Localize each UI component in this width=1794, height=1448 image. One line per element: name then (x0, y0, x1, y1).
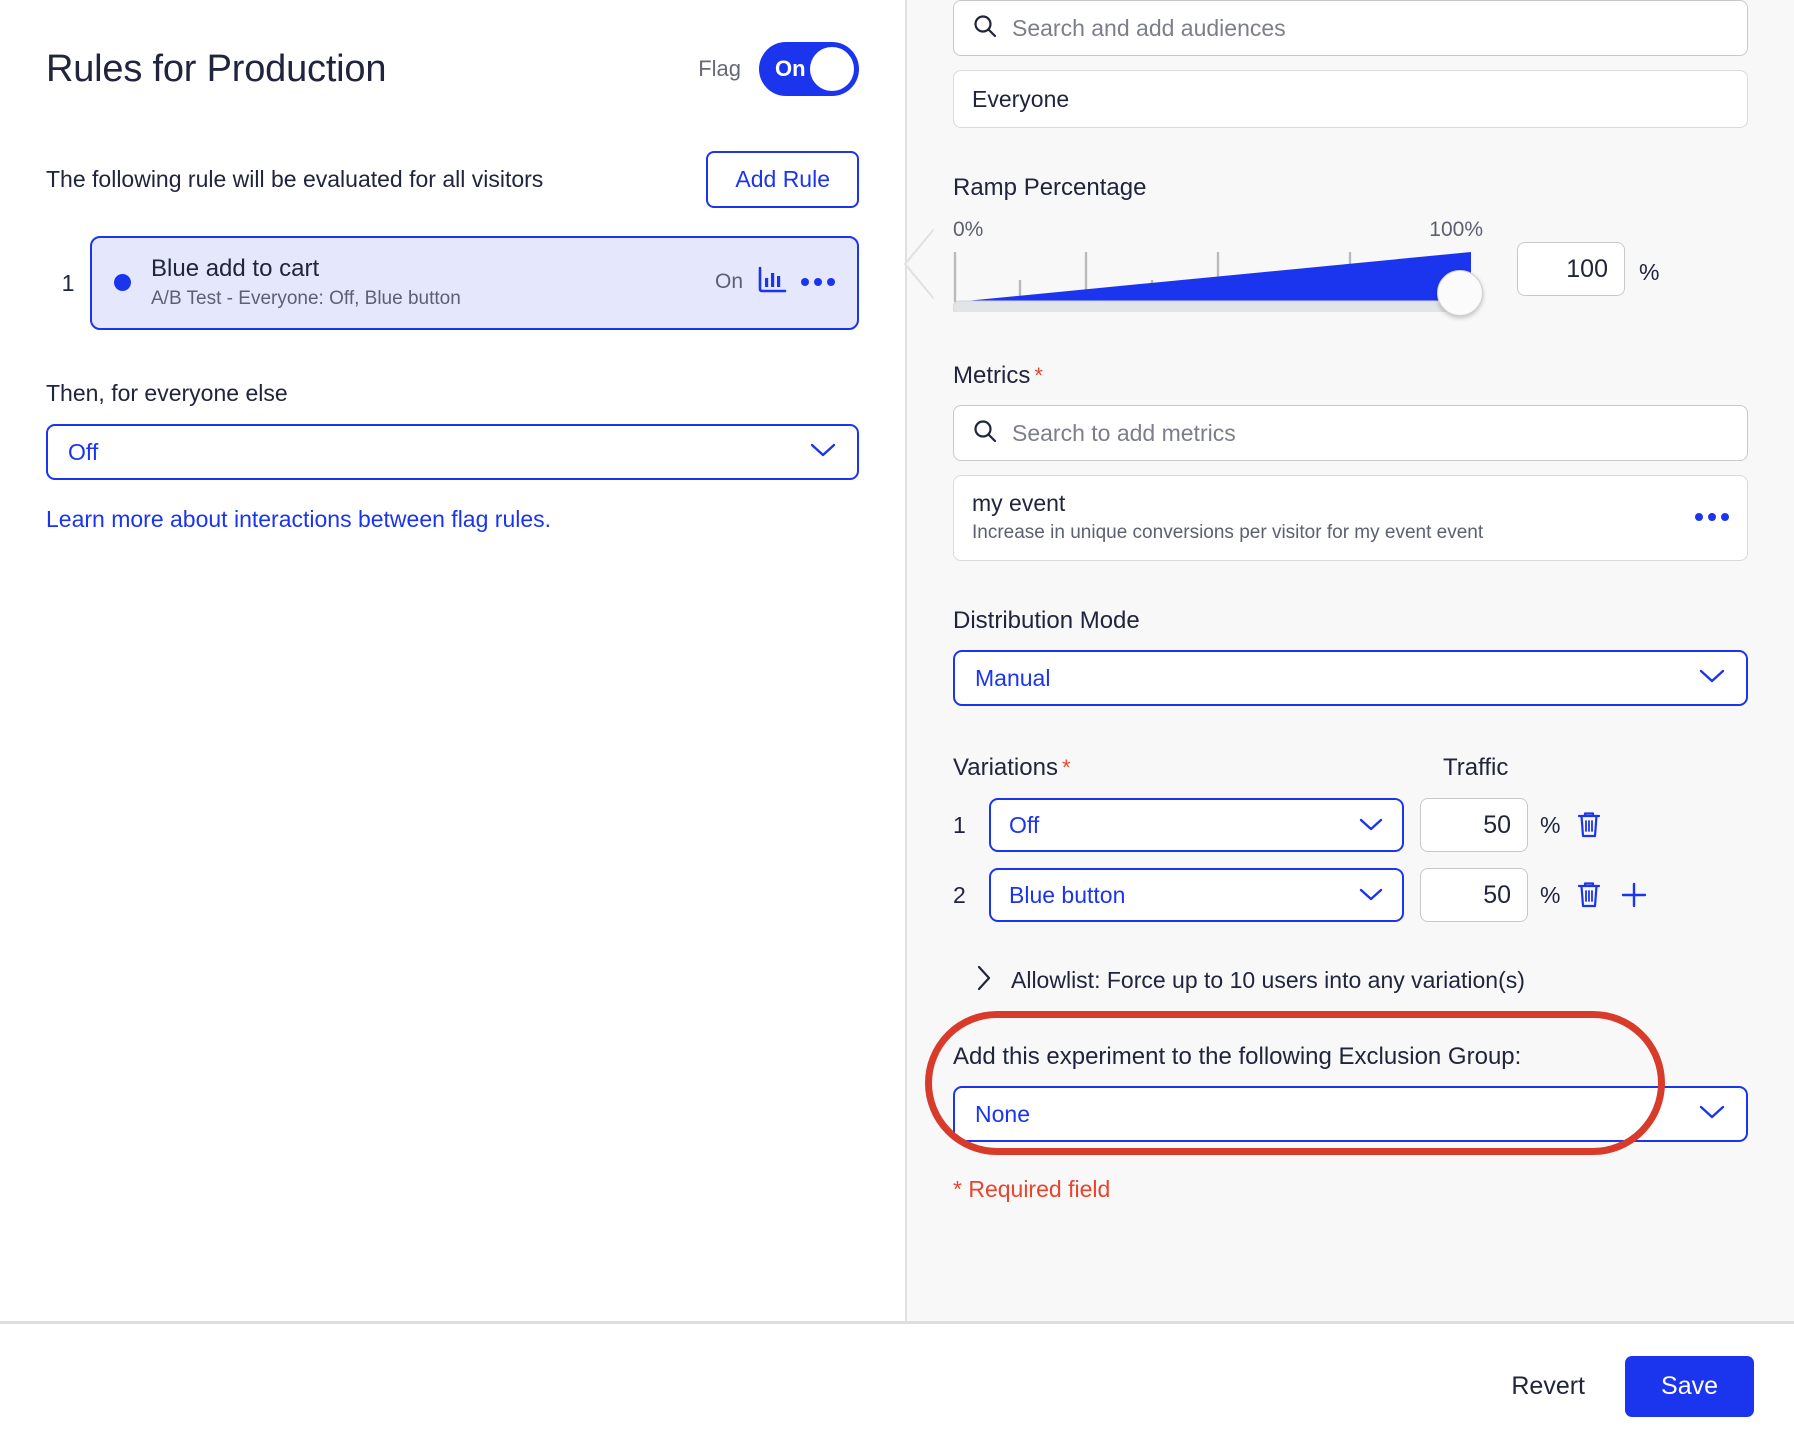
rule-card-blue-add-to-cart[interactable]: Blue add to cart A/B Test - Everyone: Of… (90, 236, 859, 330)
chevron-down-icon (1358, 882, 1384, 909)
flag-label: Flag (698, 56, 741, 82)
rule-intro-row: The following rule will be evaluated for… (46, 151, 859, 208)
revert-button[interactable]: Revert (1505, 1362, 1591, 1411)
rules-header: Rules for Production Flag On (46, 42, 859, 96)
variation-select[interactable]: Off (989, 798, 1404, 852)
flag-toggle-state: On (775, 56, 806, 82)
variation-select[interactable]: Blue button (989, 868, 1404, 922)
ramp-slider-max-label: 100% (1429, 218, 1483, 242)
footer-actions: Revert Save (0, 1325, 1794, 1448)
exclusion-group-value: None (975, 1101, 1030, 1128)
ramp-slider-handle[interactable] (1437, 270, 1483, 316)
metric-item-my-event[interactable]: my event Increase in unique conversions … (953, 475, 1748, 561)
ramp-percentage-label: Ramp Percentage (953, 174, 1748, 202)
experiment-detail-content: Search and add audiences Everyone Ramp P… (953, 0, 1748, 1203)
rule-more-options-icon[interactable] (801, 278, 835, 286)
rule-index: 1 (46, 270, 90, 297)
ramp-percentage-unit: % (1639, 259, 1659, 286)
rules-panel: Rules for Production Flag On The followi… (0, 0, 905, 1322)
rule-card-actions: On (715, 266, 835, 299)
required-field-note: * Required field (953, 1176, 1748, 1203)
add-variation-icon[interactable] (1618, 879, 1650, 911)
metrics-required-asterisk: * (1034, 363, 1043, 388)
variation-value: Off (1009, 812, 1039, 839)
metrics-label-text: Metrics (953, 362, 1030, 389)
rule-status-dot-icon (114, 274, 131, 291)
search-icon (972, 418, 998, 449)
fallback-variation-value: Off (68, 439, 98, 466)
distribution-mode-select[interactable]: Manual (953, 650, 1748, 706)
metric-description: Increase in unique conversions per visit… (972, 522, 1483, 544)
footer-divider (0, 1321, 1794, 1324)
variation-index: 2 (953, 882, 979, 909)
variation-traffic-input[interactable]: 50 (1420, 798, 1528, 852)
audience-item-everyone[interactable]: Everyone (953, 70, 1748, 128)
audience-name: Everyone (972, 86, 1069, 113)
distribution-mode-label: Distribution Mode (953, 607, 1748, 635)
ramp-slider-min-label: 0% (953, 218, 983, 242)
variations-required-asterisk: * (1062, 755, 1071, 780)
exclusion-group-section: Add this experiment to the following Exc… (953, 1043, 1748, 1142)
variation-traffic-input[interactable]: 50 (1420, 868, 1528, 922)
audience-search-input[interactable]: Search and add audiences (953, 0, 1748, 56)
ramp-percentage-input[interactable]: 100 (1517, 242, 1625, 296)
variation-value: Blue button (1009, 882, 1125, 909)
metrics-label: Metrics* (953, 362, 1748, 390)
add-rule-button[interactable]: Add Rule (706, 151, 859, 208)
variation-row: 1 Off 50 % (953, 798, 1748, 852)
metrics-search-placeholder: Search to add metrics (1012, 420, 1236, 447)
rule-intro-text: The following rule will be evaluated for… (46, 166, 543, 193)
exclusion-group-label: Add this experiment to the following Exc… (953, 1043, 1748, 1071)
chevron-down-icon (1698, 667, 1726, 690)
variations-label: Variations* (953, 754, 1443, 782)
delete-variation-icon[interactable] (1576, 880, 1602, 910)
variation-traffic-unit: % (1540, 812, 1560, 839)
variation-row: 2 Blue button 50 % (953, 868, 1748, 922)
ramp-percentage-control: 0% 100% (953, 224, 1748, 316)
allowlist-label: Allowlist: Force up to 10 users into any… (1011, 967, 1525, 994)
rule-row: 1 Blue add to cart A/B Test - Everyone: … (46, 236, 859, 330)
metrics-search-input[interactable]: Search to add metrics (953, 405, 1748, 461)
page-title: Rules for Production (46, 48, 386, 91)
search-icon (972, 13, 998, 44)
chevron-down-icon (809, 441, 837, 464)
rule-text-group: Blue add to cart A/B Test - Everyone: Of… (151, 254, 715, 310)
panel-caret-icon (903, 228, 937, 300)
metric-more-options-icon[interactable] (1695, 513, 1729, 521)
variation-traffic-unit: % (1540, 882, 1560, 909)
metric-text-group: my event Increase in unique conversions … (972, 490, 1483, 544)
delete-variation-icon[interactable] (1576, 810, 1602, 840)
chevron-right-icon (975, 964, 993, 997)
rule-state-label: On (715, 270, 743, 294)
fallback-label: Then, for everyone else (46, 380, 859, 407)
ramp-slider-endpoints: 0% 100% (953, 218, 1483, 242)
rule-subtitle: A/B Test - Everyone: Off, Blue button (151, 288, 715, 310)
variation-index: 1 (953, 812, 979, 839)
experiment-detail-panel: Search and add audiences Everyone Ramp P… (905, 0, 1794, 1322)
traffic-label: Traffic (1443, 754, 1508, 782)
ramp-slider[interactable]: 0% 100% (953, 224, 1483, 316)
flag-control: Flag On (698, 42, 859, 96)
bar-chart-icon[interactable] (757, 266, 787, 299)
save-button[interactable]: Save (1625, 1356, 1754, 1417)
flag-rules-screen: Rules for Production Flag On The followi… (0, 0, 1794, 1448)
rule-name: Blue add to cart (151, 254, 715, 284)
flag-toggle[interactable]: On (759, 42, 859, 96)
variations-label-text: Variations (953, 754, 1058, 781)
chevron-down-icon (1358, 812, 1384, 839)
chevron-down-icon (1698, 1103, 1726, 1126)
audience-search-placeholder: Search and add audiences (1012, 15, 1286, 42)
flag-toggle-knob (810, 47, 854, 91)
content-area: Rules for Production Flag On The followi… (0, 0, 1794, 1322)
ramp-slider-track-icon (953, 246, 1483, 312)
variations-header: Variations* Traffic (953, 754, 1748, 782)
learn-more-link[interactable]: Learn more about interactions between fl… (46, 506, 859, 533)
fallback-variation-select[interactable]: Off (46, 424, 859, 480)
distribution-mode-value: Manual (975, 665, 1050, 692)
exclusion-group-select[interactable]: None (953, 1086, 1748, 1142)
metric-name: my event (972, 490, 1483, 517)
allowlist-expander[interactable]: Allowlist: Force up to 10 users into any… (975, 964, 1748, 997)
